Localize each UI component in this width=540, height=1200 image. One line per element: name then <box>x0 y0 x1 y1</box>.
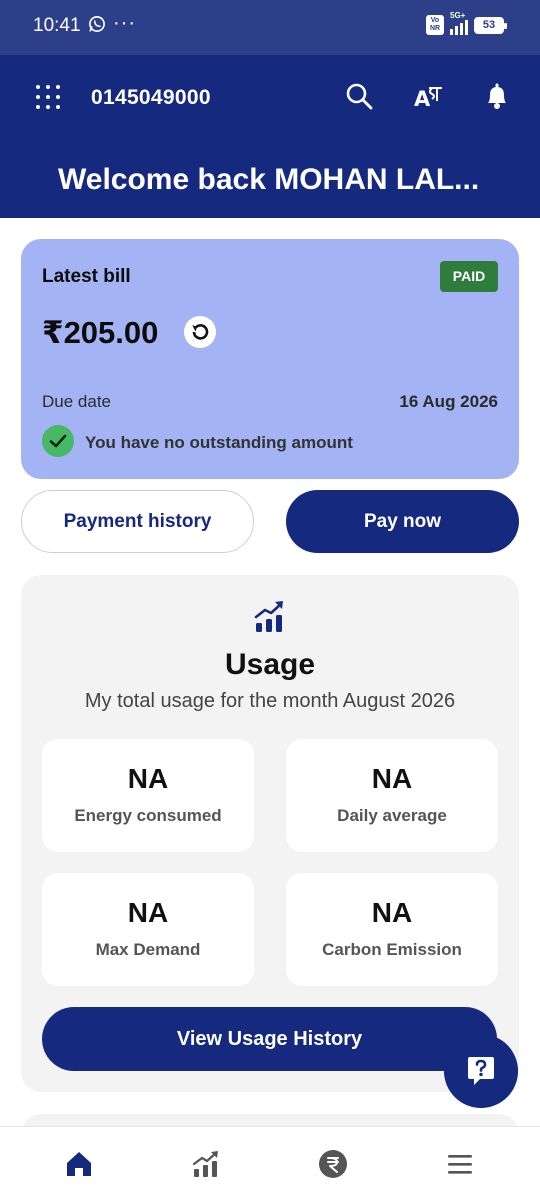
outstanding-message: You have no outstanding amount <box>85 433 353 452</box>
usage-card: Usage My total usage for the month Augus… <box>21 575 519 1092</box>
menu-icon[interactable] <box>445 1149 475 1179</box>
home-icon[interactable] <box>64 1149 94 1179</box>
notification-bell-icon[interactable] <box>482 81 512 111</box>
search-icon[interactable] <box>344 81 374 111</box>
daily-average-tile: NA Daily average <box>286 739 498 852</box>
rupee-payments-icon[interactable] <box>318 1149 348 1179</box>
pay-now-button[interactable]: Pay now <box>286 490 519 553</box>
bill-amount: ₹205.00 <box>42 315 159 350</box>
help-chat-button[interactable] <box>444 1034 518 1108</box>
whatsapp-icon <box>89 16 105 32</box>
payment-history-button[interactable]: Payment history <box>21 490 254 553</box>
main-content: Latest bill PAID ₹205.00 Due date 16 Aug… <box>0 218 540 1126</box>
account-number[interactable]: 0145049000 <box>91 86 211 110</box>
energy-consumed-tile: NA Energy consumed <box>42 739 254 852</box>
tile-label: Energy consumed <box>74 806 222 825</box>
welcome-message: Welcome back MOHAN LAL... <box>58 163 480 196</box>
max-demand-tile: NA Max Demand <box>42 873 254 986</box>
refresh-icon[interactable] <box>184 316 216 348</box>
battery-icon: 53 <box>474 16 507 34</box>
check-circle-icon <box>42 425 74 457</box>
volte-icon: Vo NR <box>426 15 444 35</box>
usage-title: Usage <box>224 648 316 681</box>
usage-chart-icon <box>254 601 283 632</box>
paid-status-badge: PAID <box>440 261 498 292</box>
tile-value: NA <box>127 897 169 928</box>
due-date-label: Due date <box>42 392 111 411</box>
language-icon[interactable]: A <box>413 81 443 111</box>
clock: 10:41 <box>33 15 81 36</box>
svg-text:A: A <box>414 87 431 111</box>
app-header: 0145049000 A Welcome back MOHAN LAL... <box>0 55 540 218</box>
tile-value: NA <box>127 763 169 794</box>
tile-value: NA <box>371 897 413 928</box>
more-notifications-icon: ··· <box>113 12 136 34</box>
next-section-card <box>21 1114 519 1126</box>
due-date-value: 16 Aug 2026 <box>399 392 498 411</box>
signal-icon: 5G+ <box>450 11 468 35</box>
usage-chart-icon[interactable] <box>191 1149 221 1179</box>
tile-value: NA <box>371 763 413 794</box>
usage-subtitle: My total usage for the month August 2026 <box>84 690 456 712</box>
bottom-navigation <box>0 1126 540 1200</box>
tile-label: Max Demand <box>95 940 201 959</box>
latest-bill-card: Latest bill PAID ₹205.00 Due date 16 Aug… <box>21 239 519 479</box>
tile-label: Carbon Emission <box>322 940 462 959</box>
bill-title: Latest bill <box>42 266 131 287</box>
status-bar: 10:41 ··· Vo NR 5G+ 53 <box>0 0 540 55</box>
apps-grid-icon[interactable] <box>36 85 60 109</box>
view-usage-history-button[interactable]: View Usage History <box>42 1007 497 1071</box>
tile-label: Daily average <box>337 806 447 825</box>
carbon-emission-tile: NA Carbon Emission <box>286 873 498 986</box>
